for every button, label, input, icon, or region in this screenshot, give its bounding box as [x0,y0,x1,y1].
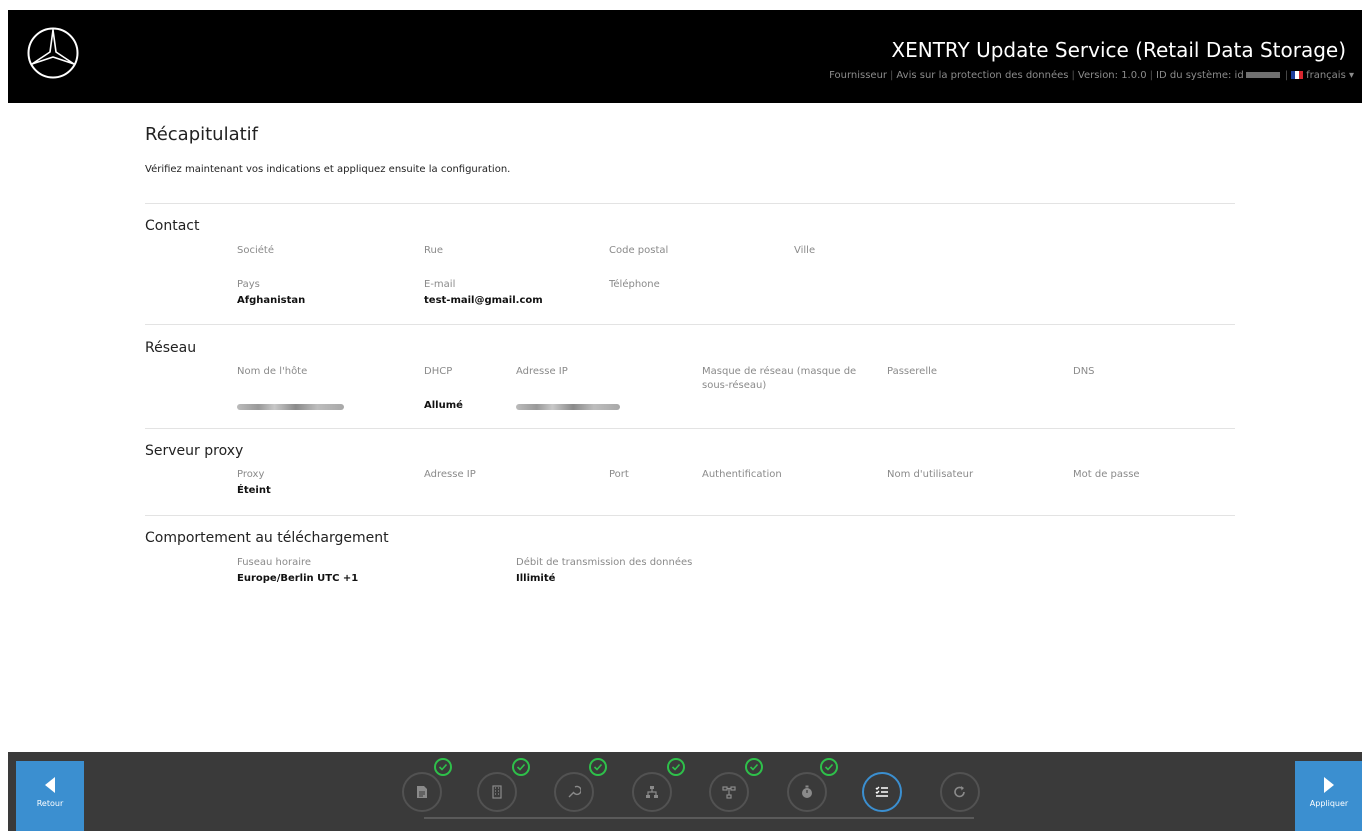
netmask-label-line1: Masque de réseau (masque de [702,366,857,377]
timezone-label: Fuseau horaire [237,557,312,568]
header-meta: Fournisseur | Avis sur la protection des d… [829,70,1354,81]
divider [145,428,1235,429]
proxy-auth-label: Authentification [702,469,782,480]
hostname-label: Nom de l'hôte [237,366,308,377]
version-text: Version: 1.0.0 [1077,70,1147,81]
divider [145,203,1235,204]
step-6-complete-check-icon [820,758,838,776]
top-strip [0,0,1362,10]
back-button[interactable]: Retour [16,761,84,831]
apply-button-label: Appliquer [1309,799,1349,808]
arrow-left-icon [45,777,55,793]
street-label: Rue [424,245,443,256]
arrow-right-icon [1324,777,1334,793]
redacted-system-id [1245,72,1280,78]
country-label: Pays [237,279,260,290]
gateway-label: Passerelle [887,366,938,377]
step-service[interactable] [554,772,594,812]
netmask-label: Masque de réseau (masque de sous-réseau) [702,365,856,393]
divider [145,324,1235,325]
ip-address-label: Adresse IP [516,366,568,377]
step-document[interactable] [402,772,442,812]
divider [145,515,1235,516]
hostname-value-redacted [237,404,344,410]
phone-label: Téléphone [609,279,660,290]
france-flag-icon [1291,71,1304,79]
wrench-icon [568,785,581,798]
section-title-network: Réseau [145,340,197,356]
privacy-link[interactable]: Avis sur la protection des données [896,70,1068,81]
back-button-label: Retour [36,799,64,808]
netmask-label-line2: sous-réseau) [702,380,767,391]
network-icon [646,786,658,798]
postal-code-label: Code postal [609,245,669,256]
step-5-complete-check-icon [745,758,763,776]
step-restart[interactable] [940,772,980,812]
ip-address-value-redacted [516,404,620,410]
step-network[interactable] [632,772,672,812]
mercedes-star-logo [27,27,79,79]
proxy-icon [722,786,736,799]
restart-icon [954,786,965,798]
email-value: test-mail@gmail.com [424,295,543,306]
step-2-complete-check-icon [512,758,530,776]
checklist-icon [875,786,888,797]
section-title-download: Comportement au téléchargement [145,530,389,546]
proxy-value: Éteint [237,485,271,496]
language-label: français [1306,70,1346,81]
document-icon [417,786,427,798]
email-label: E-mail [424,279,456,290]
timezone-value: Europe/Berlin UTC +1 [237,573,359,584]
section-title-contact: Contact [145,218,200,234]
language-selector[interactable]: français ▾ [1291,70,1354,81]
company-label: Société [237,245,274,256]
city-label: Ville [794,245,816,256]
step-3-complete-check-icon [589,758,607,776]
provider-link[interactable]: Fournisseur [829,70,887,81]
proxy-password-label: Mot de passe [1073,469,1140,480]
data-rate-label: Débit de transmission des données [516,557,693,568]
proxy-port-label: Port [609,469,629,480]
apply-button[interactable]: Appliquer [1295,761,1362,831]
app-title: XENTRY Update Service (Retail Data Stora… [891,38,1346,62]
app-header: XENTRY Update Service (Retail Data Stora… [8,10,1362,103]
step-proxy[interactable] [709,772,749,812]
step-summary-active[interactable] [862,772,902,812]
proxy-username-label: Nom d'utilisateur [887,469,974,480]
step-download-behavior[interactable] [787,772,827,812]
step-company[interactable] [477,772,517,812]
data-rate-value: Illimité [516,573,556,584]
dhcp-value: Allumé [424,400,463,411]
page-intro: Vérifiez maintenant vos indications et a… [145,164,511,175]
section-title-proxy: Serveur proxy [145,443,244,459]
country-value: Afghanistan [237,295,306,306]
system-id-text: ID du système: id [1156,70,1244,81]
step-1-complete-check-icon [434,758,452,776]
page-title: Récapitulatif [145,124,259,145]
dns-label: DNS [1073,366,1095,377]
progress-track [424,817,974,819]
proxy-label: Proxy [237,469,265,480]
proxy-ip-label: Adresse IP [424,469,476,480]
caret-down-icon: ▾ [1348,70,1354,81]
building-icon [492,785,502,799]
wizard-footer: Retour Appliquer [8,752,1362,831]
dhcp-label: DHCP [424,366,453,377]
stopwatch-icon [802,785,812,798]
step-4-complete-check-icon [667,758,685,776]
